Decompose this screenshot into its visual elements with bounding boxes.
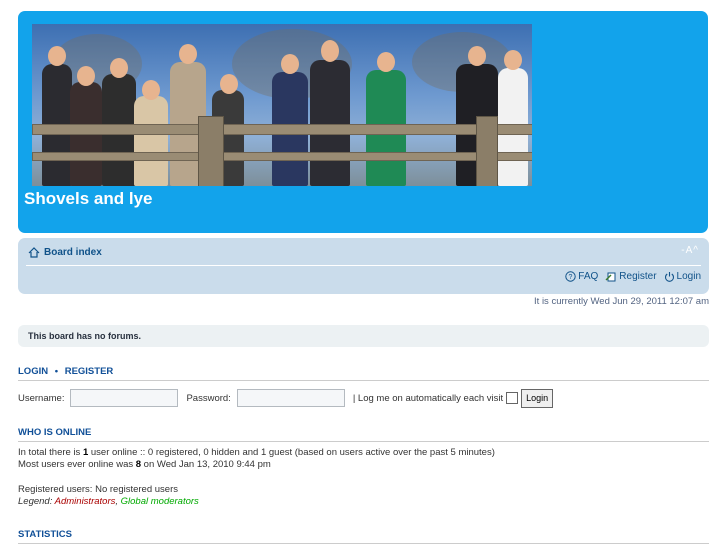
power-icon — [664, 271, 675, 282]
header-separator: • — [54, 366, 59, 377]
site-header: Shovels and lye — [18, 11, 708, 233]
svg-text:?: ? — [569, 274, 573, 281]
username-label: Username: — [18, 392, 65, 404]
no-forums-panel: This board has no forums. — [18, 325, 709, 347]
header-banner-image[interactable] — [32, 24, 532, 186]
font-size-toggle[interactable]: -A^ — [681, 245, 699, 256]
site-title[interactable]: Shovels and lye — [24, 189, 153, 209]
login-button[interactable]: Login — [521, 388, 554, 408]
password-input[interactable] — [236, 389, 345, 407]
home-icon — [28, 247, 40, 258]
who-is-online-link[interactable]: WHO IS ONLINE — [18, 427, 91, 438]
no-forums-message: This board has no forums. — [28, 331, 142, 341]
login-section-header: LOGIN • REGISTER — [18, 366, 709, 381]
register-section-link[interactable]: REGISTER — [65, 366, 114, 377]
register-link[interactable]: Register — [605, 271, 657, 282]
legend-administrators-link[interactable]: Administrators — [55, 496, 116, 507]
register-label: Register — [619, 271, 657, 282]
auto-login-label: | Log me on automatically each visit — [352, 392, 504, 404]
registered-users-line: Registered users: No registered users — [18, 484, 178, 495]
legend-line: Legend: Administrators, Global moderator… — [18, 496, 199, 507]
login-form: Username: Password: | Log me on automati… — [18, 388, 709, 408]
online-record-line: Most users ever online was 8 on Wed Jan … — [18, 459, 271, 470]
login-link[interactable]: Login — [664, 271, 701, 282]
board-index-link[interactable]: Board index — [28, 247, 102, 258]
who-is-online-header: WHO IS ONLINE — [18, 427, 709, 442]
faq-label: FAQ — [578, 271, 599, 282]
navbar: Board index -A^ ? FAQ Register Login — [18, 238, 709, 294]
login-label: Login — [676, 271, 701, 282]
statistics-title: STATISTICS — [18, 529, 73, 540]
login-section-link[interactable]: LOGIN — [18, 366, 48, 377]
auto-login-checkbox[interactable] — [506, 392, 519, 404]
online-total-line: In total there is 1 user online :: 0 reg… — [18, 447, 495, 458]
faq-icon: ? — [565, 271, 576, 282]
username-input[interactable] — [70, 389, 179, 407]
board-index-label: Board index — [44, 247, 102, 258]
register-icon — [605, 271, 617, 282]
password-label: Password: — [186, 392, 231, 404]
legend-global-moderators-link[interactable]: Global moderators — [121, 496, 199, 507]
current-time: It is currently Wed Jun 29, 2011 12:07 a… — [534, 296, 709, 307]
faq-link[interactable]: ? FAQ — [565, 271, 598, 282]
statistics-header: STATISTICS — [18, 529, 709, 544]
